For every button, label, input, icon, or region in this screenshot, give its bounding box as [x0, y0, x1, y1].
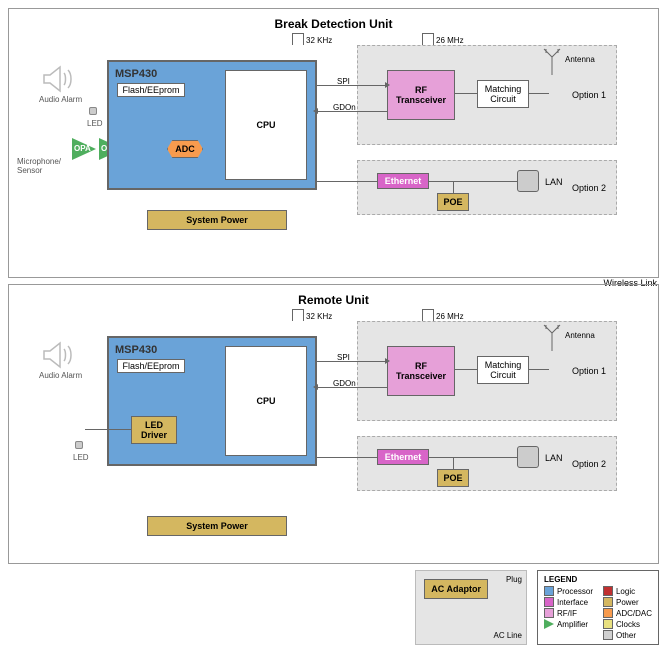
crystal-26mhz: 26 MHz	[422, 33, 464, 45]
plug-label: Plug	[506, 575, 522, 584]
legend-item: Power	[603, 597, 652, 607]
connector	[317, 361, 387, 362]
antenna-icon	[542, 47, 562, 78]
legend-title: LEGEND	[544, 575, 652, 584]
arrow-icon	[385, 82, 390, 88]
legend-item: Logic	[603, 586, 652, 596]
lan-icon	[517, 446, 539, 468]
system-power-block: System Power	[147, 210, 287, 230]
audio-alarm-label: Audio Alarm	[39, 371, 82, 380]
legend-item	[544, 630, 593, 640]
lan-label: LAN	[545, 177, 563, 187]
mic-sensor-label: Microphone/ Sensor	[17, 157, 67, 175]
ethernet-block: Ethernet	[377, 449, 429, 465]
opa-block: OPA	[72, 138, 96, 160]
led-icon	[75, 441, 83, 449]
ac-adaptor-box: AC Adaptor Plug AC Line	[415, 570, 527, 645]
connector	[429, 181, 517, 182]
lan-icon	[517, 170, 539, 192]
legend: LEGEND Processor Logic Interface Power RF/IF…	[537, 570, 659, 645]
legend-item: Amplifier	[544, 619, 593, 629]
legend-item: Processor	[544, 586, 593, 596]
cpu-block: CPU	[225, 346, 307, 456]
system-power-block: System Power	[147, 516, 287, 536]
diagram-break: Audio Alarm LED OPA OPA Microphone/ Sens…	[17, 35, 650, 265]
rf-transceiver-block: RF Transceiver	[387, 70, 455, 120]
lan-label: LAN	[545, 453, 563, 463]
ac-line-label: AC Line	[494, 631, 522, 640]
antenna-label: Antenna	[565, 331, 595, 340]
led-driver-block: LED Driver	[131, 416, 177, 444]
connector	[455, 93, 477, 94]
unit-title: Break Detection Unit	[17, 17, 650, 31]
crystal-26mhz: 26 MHz	[422, 309, 464, 321]
connector	[429, 457, 517, 458]
antenna-label: Antenna	[565, 55, 595, 64]
connector	[317, 181, 377, 182]
connector	[317, 85, 387, 86]
spi-label: SPI	[337, 77, 350, 86]
poe-block: POE	[437, 469, 469, 487]
connector	[85, 429, 131, 430]
adc-block: ADC	[167, 140, 203, 158]
connector	[453, 457, 454, 469]
led-label: LED	[73, 453, 89, 462]
connector	[317, 457, 377, 458]
cpu-block: CPU	[225, 70, 307, 180]
legend-item: Other	[603, 630, 652, 640]
ac-adaptor-block: AC Adaptor	[424, 579, 488, 599]
connector	[529, 369, 549, 370]
connector	[529, 93, 549, 94]
led-icon	[89, 107, 97, 115]
speaker-icon	[42, 65, 74, 96]
legend-grid: Processor Logic Interface Power RF/IF ADC/DAC…	[544, 586, 652, 640]
audio-alarm-label: Audio Alarm	[39, 95, 82, 104]
legend-item: ADC/DAC	[603, 608, 652, 618]
arrow-icon	[313, 108, 318, 114]
ethernet-block: Ethernet	[377, 173, 429, 189]
remote-unit: Remote Unit Audio Alarm LED MSP430 Flash…	[8, 284, 659, 564]
connector	[453, 181, 454, 193]
led-label: LED	[87, 119, 103, 128]
rf-transceiver-block: RF Transceiver	[387, 346, 455, 396]
footer: AC Adaptor Plug AC Line LEGEND Processor…	[8, 570, 659, 645]
arrow-icon	[313, 384, 318, 390]
matching-circuit-block: Matching Circuit	[477, 356, 529, 384]
poe-block: POE	[437, 193, 469, 211]
speaker-icon	[42, 341, 74, 372]
gdon-label: GDOn	[333, 103, 356, 112]
arrow-icon	[385, 358, 390, 364]
gdon-label: GDOn	[333, 379, 356, 388]
matching-circuit-block: Matching Circuit	[477, 80, 529, 108]
connector	[455, 369, 477, 370]
crystal-32khz: 32 KHz	[292, 33, 332, 45]
flash-block: Flash/EEprom	[117, 83, 185, 97]
spi-label: SPI	[337, 353, 350, 362]
flash-block: Flash/EEprom	[117, 359, 185, 373]
unit-title: Remote Unit	[17, 293, 650, 307]
break-detection-unit: Break Detection Unit Audio Alarm LED OPA…	[8, 8, 659, 278]
crystal-32khz: 32 KHz	[292, 309, 332, 321]
antenna-icon	[542, 323, 562, 354]
diagram-remote: Audio Alarm LED MSP430 Flash/EEprom CPU …	[17, 311, 650, 551]
legend-item: RF/IF	[544, 608, 593, 618]
legend-item: Interface	[544, 597, 593, 607]
legend-item: Clocks	[603, 619, 652, 629]
